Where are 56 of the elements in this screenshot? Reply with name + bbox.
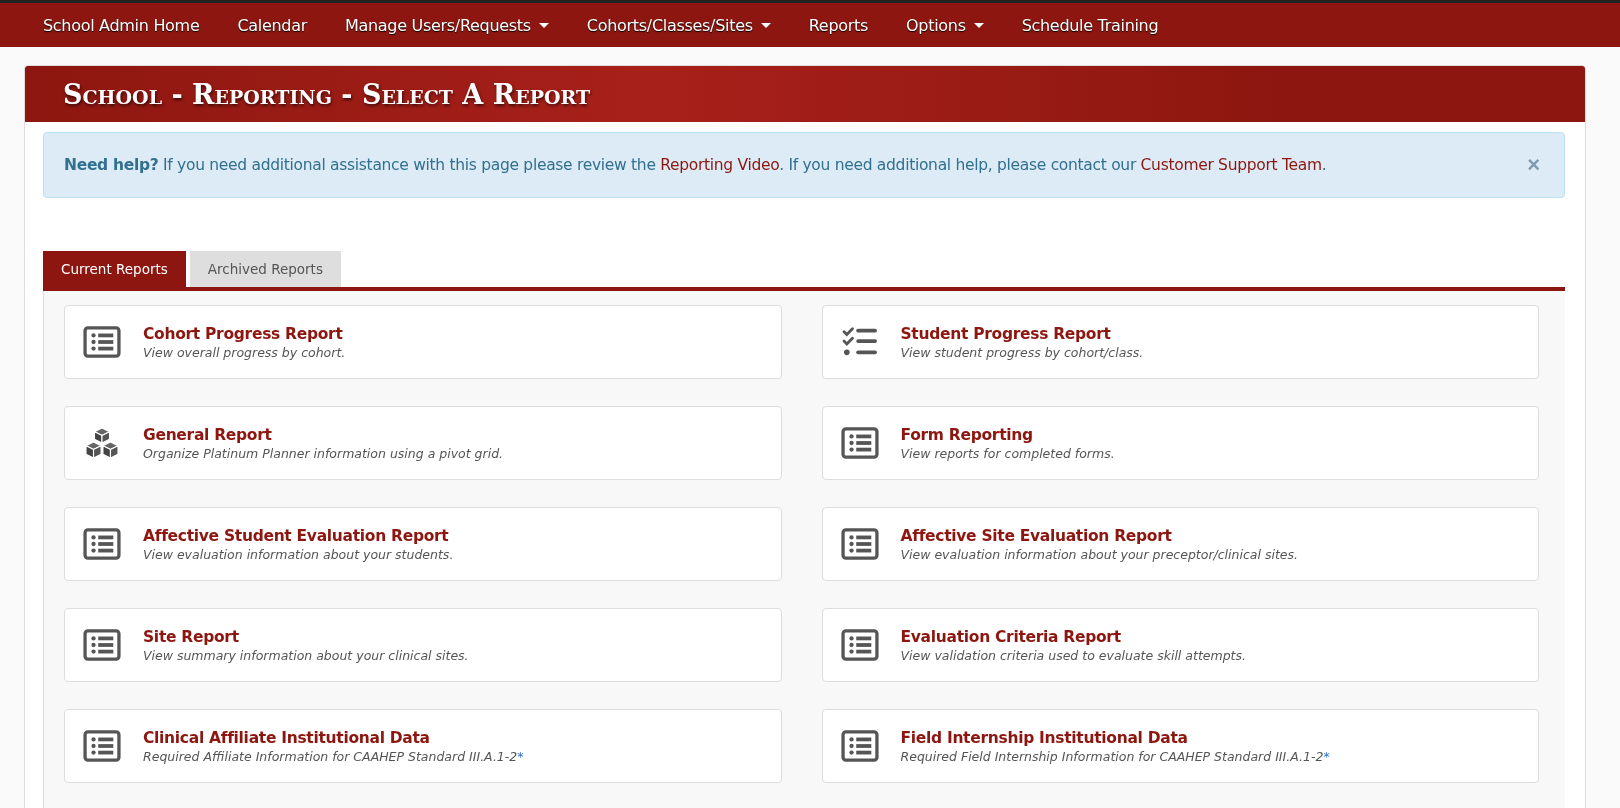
list-icon [83,326,121,358]
report-description: Required Field Internship Information for CAAHEP Standard III.A.1-2* [900,748,1330,764]
report-link[interactable]: Evaluation Criteria Report [900,627,1246,646]
report-link[interactable]: Affective Student Evaluation Report [143,526,454,545]
list-icon [840,427,879,459]
report-card[interactable]: Cohort Progress Report View overall progress by cohort. [64,305,782,379]
report-link[interactable]: Site Report [143,627,469,646]
nav-link[interactable]: Reports [789,15,888,35]
list-icon [840,730,879,762]
nav-link[interactable]: Manage Users/Requests [326,15,568,35]
report-description: View student progress by cohort/class. [900,344,1144,360]
help-link[interactable]: Customer Support Team [1140,156,1322,174]
report-tab[interactable]: Current Reports [43,251,186,287]
report-link[interactable]: Clinical Affiliate Institutional Data [143,728,524,747]
report-description: View evaluation information about your students. [143,546,454,562]
report-description: View validation criteria used to evaluate skill attempts. [900,647,1246,663]
caret-icon [538,22,549,28]
nav-link[interactable]: Cohorts/Classes/Sites [567,15,790,35]
report-link[interactable]: General Report [143,425,504,444]
nav-link[interactable]: Schedule Training [1002,15,1178,35]
report-link[interactable]: Affective Site Evaluation Report [900,526,1298,545]
report-card[interactable]: Clinical Affiliate Institutional Data Required Affiliate Information for CAAHEP Standard III.A.1-2* [64,709,782,783]
report-description: View reports for completed forms. [900,445,1115,461]
panel-title: School - Reporting - Select A Report [63,78,591,110]
report-link[interactable]: Student Progress Report [900,324,1144,343]
caret-icon [760,22,771,28]
report-card[interactable]: Student Progress Report View student progress by cohort/class. [821,305,1539,379]
list-icon [840,629,879,661]
help-link[interactable]: Reporting Video [660,156,780,174]
report-link[interactable]: Field Internship Institutional Data [900,728,1330,747]
nav-link[interactable]: School Admin Home [24,15,219,35]
nav-link[interactable]: Options [887,15,1003,35]
list-icon [840,528,879,560]
report-card[interactable]: Evaluation Criteria Report View validation criteria used to evaluate skill attempts. [821,608,1539,682]
report-description: Organize Platinum Planner information using a pivot grid. [143,445,504,461]
cubes-icon [83,427,121,459]
help-message: Need help? If you need additional assistance with this page please review the Reporting Video. If you need additional help, please contact our Customer Support Team. [64,156,1327,174]
report-description: View overall progress by cohort. [143,344,346,360]
caret-icon [973,22,984,28]
nav-link[interactable]: Calendar [218,15,326,35]
list-icon [83,629,121,661]
report-description: View summary information about your clinical sites. [143,647,469,663]
report-card[interactable]: Form Reporting View reports for completed forms. [821,406,1539,480]
report-card[interactable]: Site Report View summary information about your clinical sites. [64,608,782,682]
report-link[interactable]: Form Reporting [900,425,1115,444]
report-card[interactable]: Field Internship Institutional Data Required Field Internship Information for CAAHEP Standard III.A.1-2* [821,709,1539,783]
checklist-icon [840,326,879,358]
report-description: View evaluation information about your preceptor/clinical sites. [900,546,1298,562]
report-link[interactable]: Cohort Progress Report [143,324,346,343]
report-card[interactable]: Affective Site Evaluation Report View evaluation information about your preceptor/clinical sites. [821,507,1539,581]
report-card[interactable]: Affective Student Evaluation Report View evaluation information about your students. [64,507,782,581]
report-tab[interactable]: Archived Reports [189,251,341,287]
list-icon [83,730,121,762]
report-card[interactable]: General Report Organize Platinum Planner information using a pivot grid. [64,406,782,480]
list-icon [83,528,121,560]
report-description: Required Affiliate Information for CAAHEP Standard III.A.1-2* [143,748,524,764]
